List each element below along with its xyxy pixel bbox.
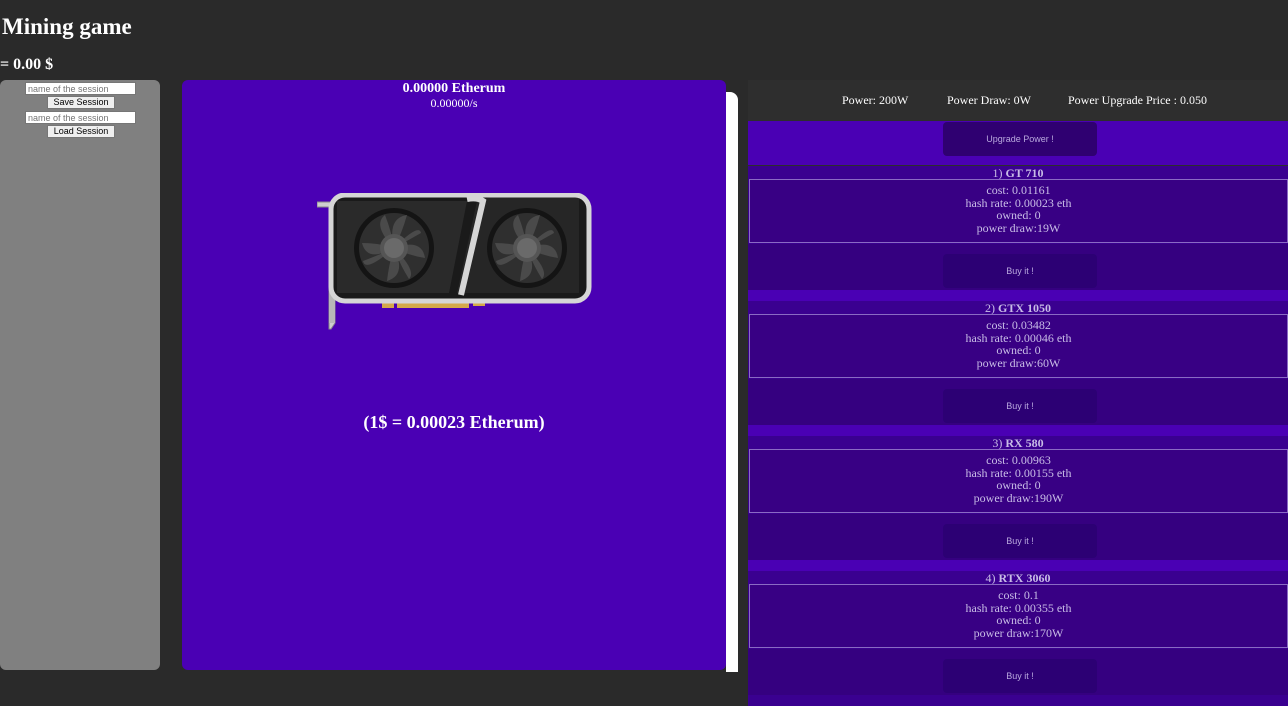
shop-item-gtx-1050: 2) GTX 1050 cost: 0.03482 hash rate: 0.0… [748,301,1288,436]
mining-panel: 0.00000 Etherum 0.00000/s (1$ = 0.00023 … [182,80,726,670]
item-divider [748,425,1288,436]
item-power-draw: power draw:190W [973,491,1064,506]
buy-rtx-3060-button[interactable]: Buy it ! [943,659,1097,693]
item-power-draw: power draw:19W [976,221,1061,236]
load-session-button[interactable]: Load Session [47,125,115,138]
item-details: cost: 0.03482 hash rate: 0.00046 eth own… [749,314,1288,378]
shop-item-gt-710: 1) GT 710 cost: 0.01161 hash rate: 0.000… [748,166,1288,301]
item-cost: cost: 0.00963 [986,453,1051,467]
buy-rx-580-button[interactable]: Buy it ! [943,524,1097,558]
item-details: cost: 0.1 hash rate: 0.00355 eth owned: … [749,584,1288,648]
item-cost: cost: 0.03482 [986,318,1051,332]
item-cost: cost: 0.01161 [986,183,1051,197]
item-cost: cost: 0.1 [998,588,1039,602]
upgrade-power-button[interactable]: Upgrade Power ! [943,122,1097,156]
save-session-button[interactable]: Save Session [47,96,115,109]
item-power-draw: power draw:60W [976,356,1061,371]
buy-gt-710-button[interactable]: Buy it ! [943,254,1097,288]
eth-rate: 0.00000/s [430,96,478,110]
graphics-card-icon[interactable] [317,193,593,333]
shop-item-rx-580: 3) RX 580 cost: 0.00963 hash rate: 0.001… [748,436,1288,571]
shop-panel: Power: 200W Power Draw: 0W Power Upgrade… [748,80,1288,706]
buy-gtx-1050-button[interactable]: Buy it ! [943,389,1097,423]
shop-item-rtx-3060: 4) RTX 3060 cost: 0.1 hash rate: 0.00355… [748,571,1288,706]
exchange-rate: (1$ = 0.00023 Etherum) [363,412,545,432]
buy-area: Buy it ! [748,514,1288,560]
eth-balance: 0.00000 Etherum [402,81,506,96]
item-divider [748,560,1288,571]
item-power-draw: power draw:170W [973,626,1064,641]
item-title: 1) GT 710 [992,166,1044,180]
item-divider [748,290,1288,301]
mining-panel-edge [726,92,738,672]
power-status-bar: Power: 200W Power Draw: 0W Power Upgrade… [748,80,1288,121]
item-title: 2) GTX 1050 [984,301,1051,315]
power-upgrade-price: Power Upgrade Price : 0.050 [1068,93,1207,107]
upgrade-strip: Upgrade Power ! [748,121,1288,165]
item-title: 3) RX 580 [992,436,1044,450]
buy-area: Buy it ! [748,244,1288,290]
buy-area: Buy it ! [748,649,1288,695]
page-title: Mining game [2,14,132,39]
item-name: RX 580 [1005,436,1044,450]
item-name: RTX 3060 [998,571,1051,585]
power-capacity: Power: 200W [842,93,909,107]
item-name: GTX 1050 [997,301,1051,315]
buy-area: Buy it ! [748,379,1288,425]
item-details: cost: 0.00963 hash rate: 0.00155 eth own… [749,449,1288,513]
save-session-name-input[interactable] [25,82,136,95]
item-name: GT 710 [1005,166,1044,180]
power-draw: Power Draw: 0W [947,93,1031,107]
dollar-balance: = 0.00 $ [0,56,54,73]
session-panel: Save Session Load Session [0,80,160,670]
load-session-name-input[interactable] [25,111,136,124]
item-details: cost: 0.01161 hash rate: 0.00023 eth own… [749,179,1288,243]
item-title: 4) RTX 3060 [985,571,1051,585]
